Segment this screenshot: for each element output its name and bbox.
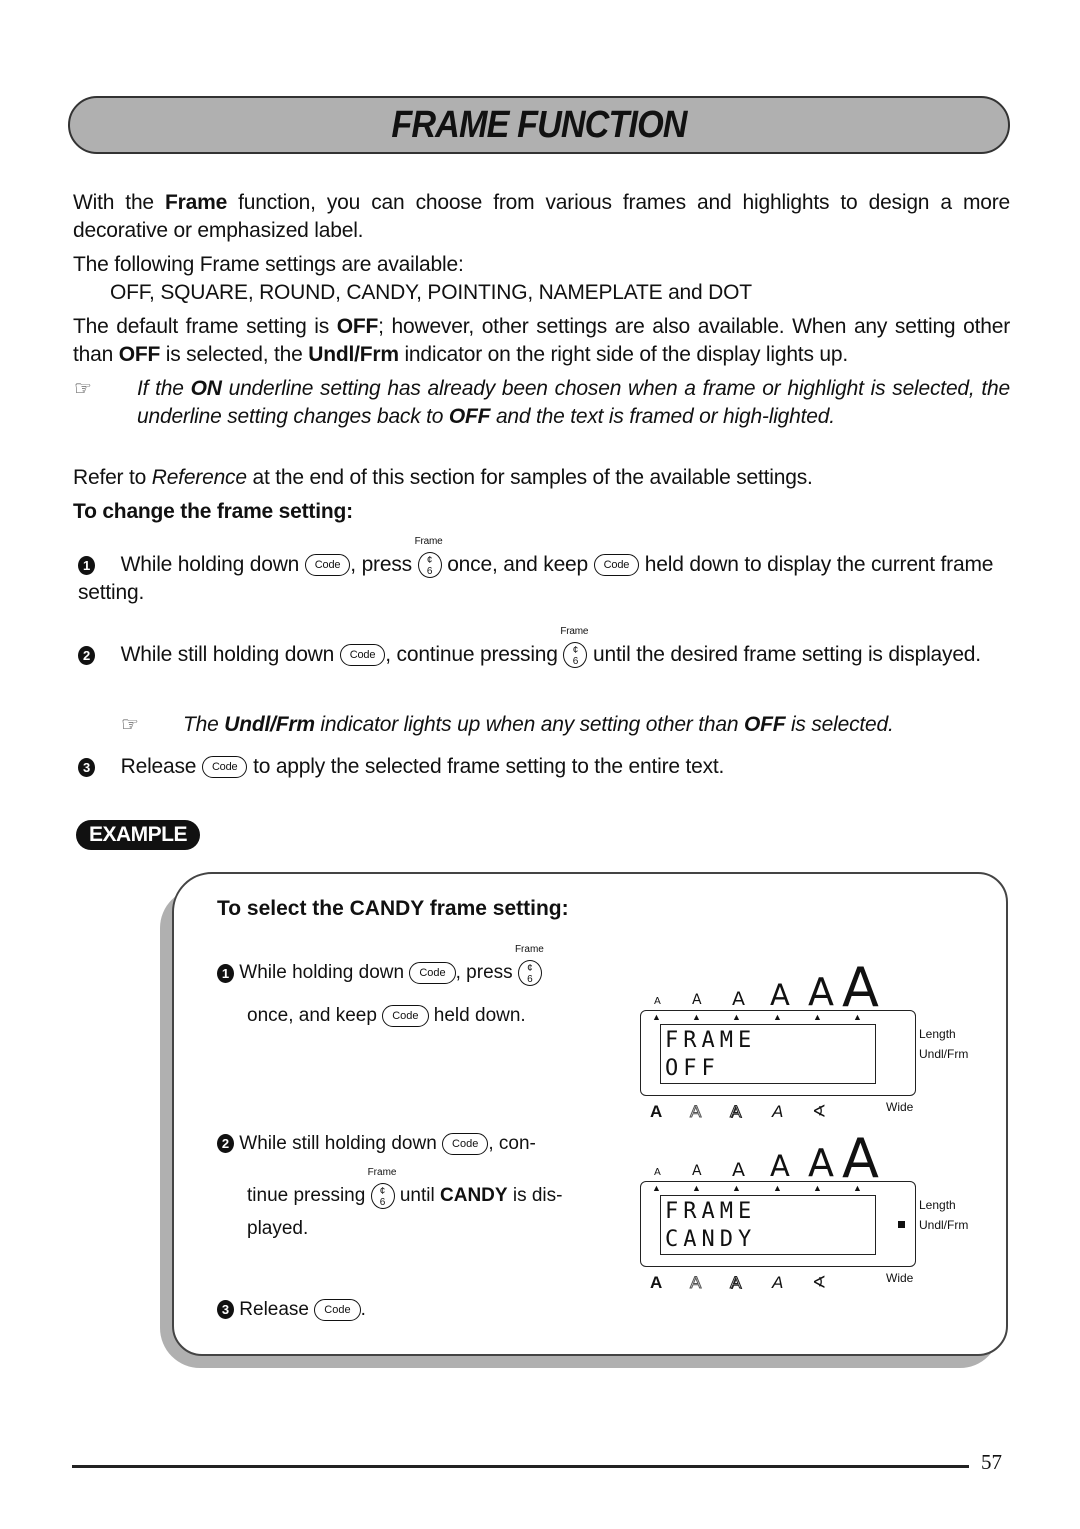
example-step-3: 3 Release Code. [217, 1298, 366, 1322]
shadow-style-icon: A [729, 1273, 742, 1293]
size-indicator-arrow: ▲ [853, 1183, 862, 1193]
size-indicator-arrow: ▲ [692, 1012, 701, 1022]
step-number: 2 [217, 1134, 234, 1154]
step-number: 3 [78, 757, 95, 777]
procedure-heading: To change the frame setting: [73, 500, 353, 523]
vertical-style-icon: ∢ [812, 1102, 827, 1121]
example-box [172, 872, 1008, 1356]
shadow-style-icon: A [729, 1102, 742, 1122]
procedure-step-1: 1 While holding down Code, press Frame ¢ 6… [78, 536, 994, 604]
example-step-2-cont: tinue pressing Frame ¢ 6 until CANDY is di… [247, 1167, 563, 1209]
reference-paragraph: Refer to Reference at the end of this se… [73, 466, 813, 489]
frame-key-icon: Frame ¢ 6 [414, 536, 443, 579]
procedure-step-2: 2 While still holding down Code, continu… [78, 626, 1010, 669]
lcd-line-2: CANDY [665, 1227, 757, 1252]
lcd-screen: FRAME OFF [660, 1024, 876, 1084]
size-indicator-arrow: ▲ [732, 1012, 741, 1022]
settings-intro: The following Frame settings are availab… [73, 253, 464, 276]
lcd-screen: FRAME CANDY [660, 1195, 876, 1255]
vertical-style-icon: ∢ [812, 1273, 827, 1292]
pointing-hand-icon: ☞ [74, 378, 92, 400]
example-step-1-cont: once, and keep Code held down. [247, 1004, 526, 1027]
step-number: 1 [78, 555, 95, 575]
italic-style-icon: A [772, 1273, 784, 1292]
undl-frm-label: Undl/Frm [919, 1218, 969, 1232]
lcd-display-candy: A A A A A A ▲ ▲ ▲ ▲ ▲ ▲ FRAME CANDY Leng… [630, 1121, 990, 1293]
size-indicator-arrow: ▲ [773, 1012, 782, 1022]
lcd-display-off: A A A A A A ▲ ▲ ▲ ▲ ▲ ▲ FRAME OFF Length… [630, 950, 990, 1122]
size-indicator-arrow: ▲ [692, 1183, 701, 1193]
settings-list: OFF, SQUARE, ROUND, CANDY, POINTING, NAM… [110, 281, 752, 304]
code-key-icon: Code [339, 644, 386, 667]
step-number: 2 [78, 645, 95, 665]
size-indicator-arrow: ▲ [652, 1183, 661, 1193]
size-indicator-arrow: ▲ [652, 1012, 661, 1022]
code-key-icon: Code [382, 1004, 429, 1027]
page-number: 57 [981, 1450, 1002, 1474]
frame-key-icon: Frame ¢ 6 [560, 626, 589, 669]
size-indicator-arrow: ▲ [813, 1183, 822, 1193]
length-label: Length [919, 1198, 956, 1212]
example-step-1: 1 While holding down Code, press Frame ¢ 6 [217, 944, 544, 986]
code-key-icon: Code [409, 962, 456, 984]
frame-key-icon: Frame ¢ 6 [367, 1167, 397, 1209]
wide-label: Wide [886, 1271, 914, 1285]
wide-label: Wide [886, 1100, 914, 1114]
lcd-line-1: FRAME [665, 1199, 757, 1224]
bold-style-icon: A [650, 1102, 663, 1121]
length-label: Length [919, 1027, 956, 1041]
size-indicator-arrow: ▲ [732, 1183, 741, 1193]
undl-frm-label: Undl/Frm [919, 1047, 969, 1061]
lcd-line-2: OFF [665, 1056, 720, 1081]
code-key-icon: Code [442, 1132, 489, 1155]
code-key-icon: Code [314, 1298, 361, 1321]
page-title: FRAME FUNCTION [391, 103, 687, 146]
code-key-icon: Code [201, 756, 248, 779]
size-indicator-arrow: ▲ [853, 1012, 862, 1022]
example-heading: To select the CANDY frame setting: [217, 897, 569, 920]
underline-note: If the ON underline setting has already … [137, 377, 1010, 428]
outline-style-icon: A [689, 1273, 702, 1293]
example-step-2-end: played. [247, 1218, 309, 1239]
page-title-bar: FRAME FUNCTION [68, 96, 1010, 154]
default-setting-paragraph: The default frame setting is OFF; howeve… [73, 315, 1010, 366]
example-step-2: 2 While still holding down Code, con- [217, 1132, 613, 1156]
step-number: 3 [217, 1300, 234, 1320]
step-number: 1 [217, 963, 234, 983]
bold-style-icon: A [650, 1273, 663, 1292]
intro-paragraph: With the Frame function, you can choose … [73, 191, 1011, 242]
example-badge: EXAMPLE [76, 820, 200, 850]
outline-style-icon: A [689, 1102, 702, 1122]
size-indicator-arrow: ▲ [773, 1183, 782, 1193]
indicator-note: The Undl/Frm indicator lights up when an… [183, 713, 894, 736]
lcd-line-1: FRAME [665, 1028, 757, 1053]
italic-style-icon: A [772, 1102, 784, 1121]
code-key-icon: Code [593, 554, 640, 577]
pointing-hand-icon: ☞ [121, 714, 139, 736]
footer-rule [72, 1465, 969, 1468]
procedure-step-3: 3 Release Code to apply the selected fra… [78, 753, 724, 781]
undl-frm-indicator-on [898, 1221, 905, 1228]
code-key-icon: Code [304, 554, 351, 577]
size-indicator-arrow: ▲ [813, 1012, 822, 1022]
frame-key-icon: Frame ¢ 6 [514, 944, 544, 986]
